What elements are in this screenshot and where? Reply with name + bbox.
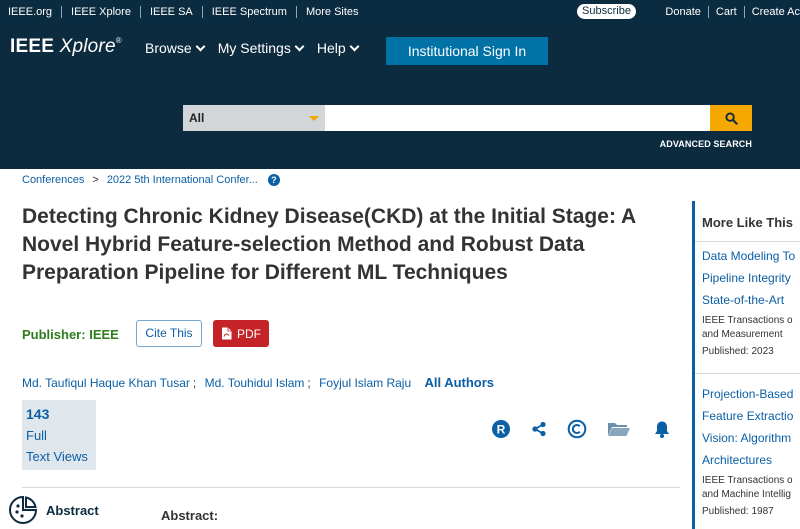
author-link[interactable]: Foyjul Islam Raju <box>319 376 411 390</box>
related-article-date: Published: 2023 <box>702 346 774 357</box>
related-article-title-line: State-of-the-Art <box>702 293 785 307</box>
related-article-publication: and Machine Intellig <box>702 489 791 500</box>
nav-help[interactable]: Help <box>316 40 360 56</box>
breadcrumb-separator: > <box>92 174 99 186</box>
pdf-button-label: PDF <box>237 326 261 341</box>
all-authors-link[interactable]: All Authors <box>424 375 494 390</box>
utility-links: IEEE.org IEEE Xplore IEEE SA IEEE Spectr… <box>8 0 368 24</box>
nav-browse[interactable]: Browse <box>145 40 206 56</box>
related-article-title-line: Architectures <box>702 453 773 467</box>
nav-my-settings[interactable]: My Settings <box>217 40 305 56</box>
pdf-button[interactable]: PDF <box>213 320 269 347</box>
main-nav: Browse My Settings Help <box>145 40 372 56</box>
search-button[interactable] <box>710 105 752 131</box>
logo-italic: Xplore <box>59 36 116 57</box>
share-icon <box>532 421 546 437</box>
related-article[interactable]: Data Modeling To Pipeline Integrity Stat… <box>702 245 800 359</box>
breadcrumb-conferences[interactable]: Conferences <box>22 174 84 186</box>
logo-registered-mark: ® <box>115 36 122 45</box>
search-scope-dropdown[interactable]: All <box>183 105 325 131</box>
abstract-section-nav[interactable]: Abstract <box>8 495 99 525</box>
publisher: Publisher: IEEE <box>22 327 119 342</box>
chevron-down-icon <box>294 41 305 51</box>
more-like-this-heading: More Like This <box>702 215 794 230</box>
nav-browse-label: Browse <box>145 40 192 56</box>
metric-label-line1: Full <box>26 428 47 443</box>
copyright-button[interactable] <box>566 419 588 439</box>
logo-main: IEEE <box>10 36 55 57</box>
item-divider <box>695 373 800 374</box>
link-more-sites[interactable]: More Sites <box>297 6 368 18</box>
author-link[interactable]: Md. Taufiqul Haque Khan Tusar <box>22 376 190 390</box>
author-separator: ; <box>192 376 197 390</box>
top-utility-bar: IEEE.org IEEE Xplore IEEE SA IEEE Spectr… <box>0 0 800 24</box>
ieee-xplore-logo[interactable]: IEEE Xplore® <box>10 36 122 58</box>
related-article[interactable]: Projection-Based Feature Extractio Visio… <box>702 383 800 519</box>
abstract-heading: Abstract: <box>161 508 219 523</box>
subscribe-button[interactable]: Subscribe <box>577 4 636 19</box>
publisher-name: IEEE <box>89 327 119 342</box>
related-article-publication: IEEE Transactions o <box>702 475 793 486</box>
share-button[interactable] <box>528 419 550 439</box>
help-icon[interactable]: ? <box>267 174 280 186</box>
cart-link[interactable]: Cart <box>709 6 745 18</box>
author-list: Md. Taufiqul Haque Khan Tusar; Md. Touhi… <box>22 375 494 390</box>
breadcrumb: Conferences > 2022 5th International Con… <box>22 174 280 186</box>
search-icon <box>724 111 738 125</box>
dropdown-triangle-icon <box>309 116 319 121</box>
related-article-date: Published: 1987 <box>702 506 774 517</box>
article-title: Detecting Chronic Kidney Disease(CKD) at… <box>22 205 636 284</box>
svg-text:R: R <box>497 423 506 437</box>
create-account-link[interactable]: Create Ac <box>745 6 800 18</box>
search-bar: All <box>183 105 752 131</box>
institutional-sign-in-button[interactable]: Institutional Sign In <box>386 37 548 65</box>
related-article-publication: IEEE Transactions o <box>702 315 793 326</box>
related-article-title-line: Data Modeling To <box>702 249 796 263</box>
metric-label-line2: Text Views <box>26 449 88 464</box>
add-to-folder-button[interactable] <box>606 419 632 439</box>
search-input[interactable] <box>325 105 710 131</box>
related-article-title-line: Feature Extractio <box>702 409 794 423</box>
link-ieee-sa[interactable]: IEEE SA <box>141 6 203 18</box>
more-like-this-panel: More Like This Data Modeling To Pipeline… <box>692 201 800 529</box>
link-ieee-org[interactable]: IEEE.org <box>8 6 63 18</box>
related-article-title-line: Projection-Based <box>702 387 794 401</box>
panel-divider <box>695 241 800 242</box>
metrics-box[interactable]: 143 Full Text Views <box>22 400 96 470</box>
link-ieee-spectrum[interactable]: IEEE Spectrum <box>203 6 297 18</box>
folder-icon <box>608 423 630 436</box>
rights-button[interactable]: R <box>490 419 512 439</box>
rights-icon: R <box>492 420 510 438</box>
link-ieee-xplore[interactable]: IEEE Xplore <box>62 6 141 18</box>
abstract-icon <box>9 495 38 524</box>
related-article-title-line: Pipeline Integrity <box>702 271 791 285</box>
account-links: Donate Cart Create Ac <box>658 0 800 24</box>
cite-this-button[interactable]: Cite This <box>136 320 202 347</box>
chevron-down-icon <box>195 41 206 51</box>
section-divider <box>22 487 680 488</box>
chevron-down-icon <box>349 41 360 51</box>
nav-my-settings-label: My Settings <box>217 40 291 56</box>
related-article-publication: and Measurement <box>702 329 783 340</box>
abstract-nav-label: Abstract <box>46 502 99 518</box>
breadcrumb-conference[interactable]: 2022 5th International Confer... <box>107 174 258 186</box>
site-header: IEEE Xplore® Browse My Settings Help Ins… <box>0 24 800 169</box>
search-scope-value: All <box>189 111 205 125</box>
bell-icon <box>655 421 669 438</box>
article-actions: R <box>490 419 672 439</box>
author-link[interactable]: Md. Touhidul Islam <box>205 376 305 390</box>
author-separator: ; <box>307 376 311 390</box>
publisher-label: Publisher: <box>22 327 86 342</box>
copyright-icon <box>567 419 587 439</box>
nav-help-label: Help <box>316 40 346 56</box>
advanced-search-link[interactable]: ADVANCED SEARCH <box>660 139 752 149</box>
related-article-title-line: Vision: Algorithm <box>702 431 792 445</box>
pdf-file-icon <box>222 327 232 340</box>
alerts-button[interactable] <box>652 419 672 439</box>
donate-link[interactable]: Donate <box>658 6 709 18</box>
full-text-view-count: 143 <box>26 406 50 422</box>
